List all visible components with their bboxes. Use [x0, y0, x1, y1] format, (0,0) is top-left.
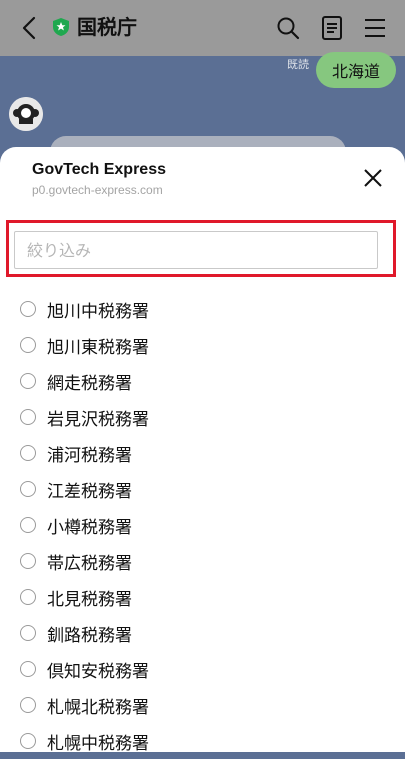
- radio-button[interactable]: [20, 517, 36, 533]
- option-label: 札幌中税務署: [47, 733, 149, 754]
- radio-button[interactable]: [20, 409, 36, 425]
- radio-button[interactable]: [20, 625, 36, 641]
- radio-button[interactable]: [20, 589, 36, 605]
- sent-message-bubble[interactable]: 北海道: [316, 52, 396, 88]
- menu-icon[interactable]: [361, 14, 389, 42]
- radio-button[interactable]: [20, 553, 36, 569]
- radio-button[interactable]: [20, 337, 36, 353]
- radio-button[interactable]: [20, 373, 36, 389]
- list-item[interactable]: 倶知安税務署: [0, 651, 405, 687]
- sheet-url: p0.govtech-express.com: [32, 183, 163, 197]
- option-label: 小樽税務署: [47, 517, 132, 538]
- radio-button[interactable]: [20, 697, 36, 713]
- radio-button[interactable]: [20, 301, 36, 317]
- option-label: 釧路税務署: [47, 625, 132, 646]
- list-item[interactable]: 旭川東税務署: [0, 327, 405, 363]
- option-label: 旭川東税務署: [47, 337, 149, 358]
- back-arrow-icon[interactable]: [16, 14, 44, 42]
- verified-shield-icon: [52, 17, 70, 37]
- option-label: 北見税務署: [47, 589, 132, 610]
- search-icon[interactable]: [274, 14, 302, 42]
- option-label: 倶知安税務署: [47, 661, 149, 682]
- list-item[interactable]: 札幌北税務署: [0, 687, 405, 723]
- option-label: 旭川中税務署: [47, 301, 149, 322]
- radio-button[interactable]: [20, 445, 36, 461]
- list-item[interactable]: 北見税務署: [0, 579, 405, 615]
- radio-button[interactable]: [20, 733, 36, 749]
- list-item[interactable]: 網走税務署: [0, 363, 405, 399]
- search-input[interactable]: [14, 231, 378, 269]
- option-label: 浦河税務署: [47, 445, 132, 466]
- option-label: 岩見沢税務署: [47, 409, 149, 430]
- selection-sheet: GovTech Express p0.govtech-express.com 旭…: [0, 147, 405, 754]
- sheet-title: GovTech Express: [32, 161, 166, 178]
- option-label: 札幌北税務署: [47, 697, 149, 718]
- list-item[interactable]: 釧路税務署: [0, 615, 405, 651]
- list-item[interactable]: 札幌中税務署: [0, 723, 405, 759]
- option-label: 帯広税務署: [47, 553, 132, 574]
- list-item[interactable]: 帯広税務署: [0, 543, 405, 579]
- options-list: 旭川中税務署 旭川東税務署 網走税務署岩見沢税務署 浦河税務署江差税務署小樽税務署帯広…: [0, 291, 405, 759]
- close-icon[interactable]: [360, 165, 386, 191]
- option-label: 江差税務署: [47, 481, 132, 502]
- read-mark: 既読: [287, 58, 309, 71]
- list-item[interactable]: 江差税務署: [0, 471, 405, 507]
- radio-button[interactable]: [20, 661, 36, 677]
- avatar[interactable]: [9, 97, 43, 131]
- list-item[interactable]: 岩見沢税務署: [0, 399, 405, 435]
- list-item[interactable]: 浦河税務署: [0, 435, 405, 471]
- list-item[interactable]: 旭川中税務署: [0, 291, 405, 327]
- chat-title: 国税庁: [77, 15, 137, 39]
- list-item[interactable]: 小樽税務署: [0, 507, 405, 543]
- top-bar: 国税庁: [0, 0, 405, 56]
- notes-icon[interactable]: [318, 14, 346, 42]
- radio-button[interactable]: [20, 481, 36, 497]
- option-label: 網走税務署: [47, 373, 132, 394]
